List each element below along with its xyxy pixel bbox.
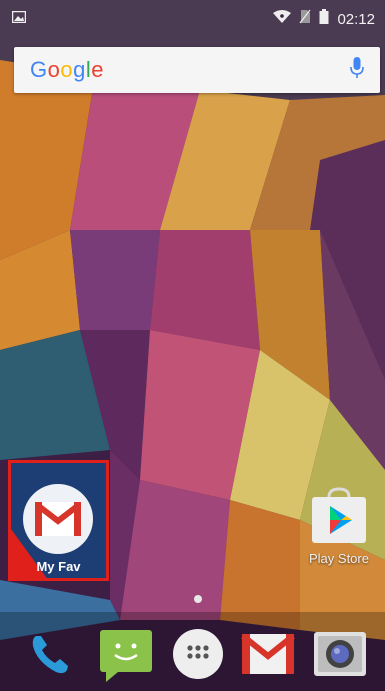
camera-icon[interactable] (312, 626, 368, 682)
google-logo: Google (30, 57, 105, 82)
play-store-icon (312, 487, 366, 543)
dock (0, 612, 385, 691)
status-bar: 02:12 (0, 0, 385, 38)
wallpaper (0, 0, 385, 691)
play-store-app[interactable]: Play Store (306, 487, 372, 577)
gallery-notification-icon (11, 10, 27, 28)
play-store-label: Play Store (309, 551, 369, 566)
gmail-icon[interactable] (240, 626, 296, 682)
mic-icon[interactable] (350, 56, 364, 84)
battery-icon (319, 9, 329, 29)
google-search-bar[interactable]: Google (14, 47, 380, 93)
my-fav-app[interactable]: My Fav (8, 460, 109, 581)
clock: 02:12 (337, 10, 375, 28)
messaging-icon[interactable] (98, 626, 154, 682)
app-drawer-icon[interactable] (170, 626, 226, 682)
page-indicator (194, 595, 202, 603)
phone-icon[interactable] (22, 626, 78, 682)
gmail-icon (23, 484, 93, 554)
no-sim-icon (299, 9, 311, 29)
my-fav-label: My Fav (36, 559, 81, 574)
wifi-icon (273, 9, 292, 29)
